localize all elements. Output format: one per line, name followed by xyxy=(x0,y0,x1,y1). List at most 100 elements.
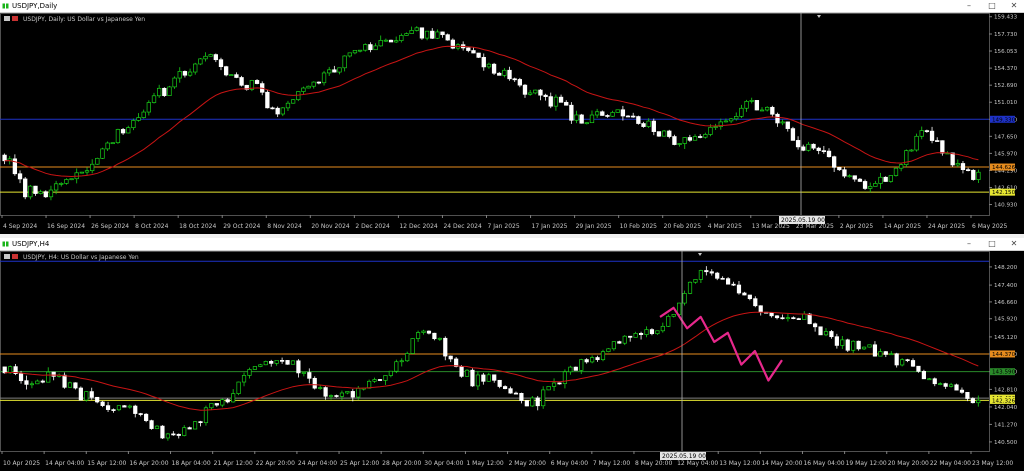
candle-body xyxy=(795,140,801,148)
candle-body xyxy=(59,183,64,185)
candle-body xyxy=(976,171,981,180)
candle-body xyxy=(285,102,291,109)
candle-body xyxy=(116,405,122,411)
symbol-flag-icon xyxy=(12,16,18,21)
candle-body xyxy=(466,47,471,51)
price-tick-label: 146.660 xyxy=(994,300,1018,306)
candle-body xyxy=(693,279,698,283)
candle-body xyxy=(816,147,821,151)
chart-area[interactable]: 2025.05.19 00:00 159.433 157.730 156.053 15… xyxy=(0,13,1024,234)
price-axis[interactable]: 148.200 147.400 146.660 145.920 145.120 144.3… xyxy=(989,265,1018,446)
candle-body xyxy=(448,355,453,360)
window-titlebar[interactable]: USDJPY,Daily – □ ✕ xyxy=(0,0,1024,13)
candle-body xyxy=(562,371,568,384)
candle-body xyxy=(513,392,519,395)
candle-body xyxy=(564,101,569,106)
maximize-icon[interactable]: □ xyxy=(984,0,1000,12)
candle-body xyxy=(790,128,796,141)
price-tick-label: 145.920 xyxy=(994,317,1018,323)
candle-body xyxy=(682,293,687,304)
candle-body xyxy=(584,359,589,363)
candle-body xyxy=(450,39,456,49)
candle-body xyxy=(67,382,73,388)
candle-body xyxy=(383,39,389,42)
candle-body xyxy=(410,338,415,354)
candle-body xyxy=(252,366,257,370)
candle-body xyxy=(638,333,644,335)
time-tick-label: 8 May 20:00 xyxy=(635,460,673,467)
candle-body xyxy=(628,335,633,338)
price-chart-daily[interactable]: 2025.05.19 00:00 159.433157.730156.05315… xyxy=(0,13,1024,234)
maximize-icon[interactable]: □ xyxy=(984,238,1000,250)
window-titlebar[interactable]: USDJPY,H4 – □ ✕ xyxy=(0,238,1024,251)
candle-body xyxy=(667,130,672,137)
chart-area[interactable]: 2025.05.19 00:00 148.200 147.400 146.660 14… xyxy=(0,251,1024,471)
close-icon[interactable]: ✕ xyxy=(1006,0,1022,12)
candle-body xyxy=(959,389,965,393)
price-tick-label: 148.200 xyxy=(994,265,1018,271)
candle-body xyxy=(546,386,551,391)
candle-body xyxy=(126,127,131,134)
candle-body xyxy=(574,114,579,121)
candle-body xyxy=(43,191,48,198)
plot-frame xyxy=(0,251,990,452)
chart-label: USDJPY, H4: US Dollar vs Japanese Yen xyxy=(4,254,139,261)
candle-body xyxy=(687,137,693,141)
chart-window-daily[interactable]: USDJPY,Daily – □ ✕ 2025.05.19 00:00 159.… xyxy=(0,0,1024,234)
candle-body xyxy=(131,120,136,129)
candle-body xyxy=(280,107,285,115)
candle-body xyxy=(464,369,470,377)
chart-label: USDJPY, Daily: US Dollar vs Japanese Yen xyxy=(4,16,145,23)
candle-body xyxy=(677,143,682,145)
time-tick-label: 12 May 04:00 xyxy=(677,460,718,467)
minimize-icon[interactable]: – xyxy=(961,238,977,250)
candle-body xyxy=(318,387,323,389)
candle-body xyxy=(214,403,219,406)
candle-body xyxy=(79,171,85,174)
time-tick-label: 2 Apr 2025 xyxy=(840,223,873,230)
candlesticks xyxy=(2,26,981,201)
candle-body xyxy=(187,427,192,430)
candle-body xyxy=(46,371,51,383)
candle-body xyxy=(929,130,935,141)
candle-body xyxy=(414,27,419,31)
time-tick-label: 13 May 12:00 xyxy=(719,460,760,467)
candle-body xyxy=(133,405,138,414)
candle-body xyxy=(644,329,649,335)
candle-body xyxy=(801,146,806,151)
candle-body xyxy=(51,371,56,377)
candle-body xyxy=(144,413,149,421)
candle-body xyxy=(471,50,476,54)
minimize-icon[interactable]: – xyxy=(961,0,977,12)
price-tick-label: 141.270 xyxy=(994,422,1018,428)
candle-body xyxy=(187,71,193,76)
candle-body xyxy=(713,126,718,128)
candle-body xyxy=(33,185,38,194)
candle-body xyxy=(845,339,850,351)
candle-body xyxy=(357,49,363,52)
candle-body xyxy=(900,359,905,366)
candle-body xyxy=(405,353,410,362)
candle-body xyxy=(312,377,317,389)
candle-body xyxy=(924,130,930,132)
price-tick-label: 159.433 xyxy=(994,15,1018,21)
close-icon[interactable]: ✕ xyxy=(1006,238,1022,250)
candle-body xyxy=(600,351,606,361)
price-axis[interactable]: 159.433 157.730 156.053 154.370 152.690 151.0… xyxy=(989,15,1018,209)
candle-body xyxy=(225,399,230,403)
chart-window-h4[interactable]: USDJPY,H4 – □ ✕ 2025.05.19 00:00 148.200… xyxy=(0,238,1024,471)
candle-body xyxy=(852,175,857,180)
candle-body xyxy=(223,66,229,76)
time-axis[interactable]: 4 Sep 2024 16 Sep 2024 26 Sep 2024 8 Oct 20… xyxy=(1,215,1007,230)
candle-body xyxy=(823,331,829,336)
candle-body xyxy=(296,360,301,374)
candle-body xyxy=(651,120,656,132)
candle-body xyxy=(218,59,224,68)
candle-body xyxy=(399,35,404,41)
time-axis[interactable]: 10 Apr 2025 14 Apr 04:00 15 Apr 12:00 16 Ap… xyxy=(1,451,1013,467)
candle-body xyxy=(182,71,188,76)
price-tick-label: 156.053 xyxy=(994,49,1018,55)
candle-body xyxy=(73,382,78,389)
price-chart-h4[interactable]: 2025.05.19 00:00 148.200147.400146.66014… xyxy=(0,251,1024,471)
time-tick-label: 18 Oct 2024 xyxy=(179,223,216,230)
